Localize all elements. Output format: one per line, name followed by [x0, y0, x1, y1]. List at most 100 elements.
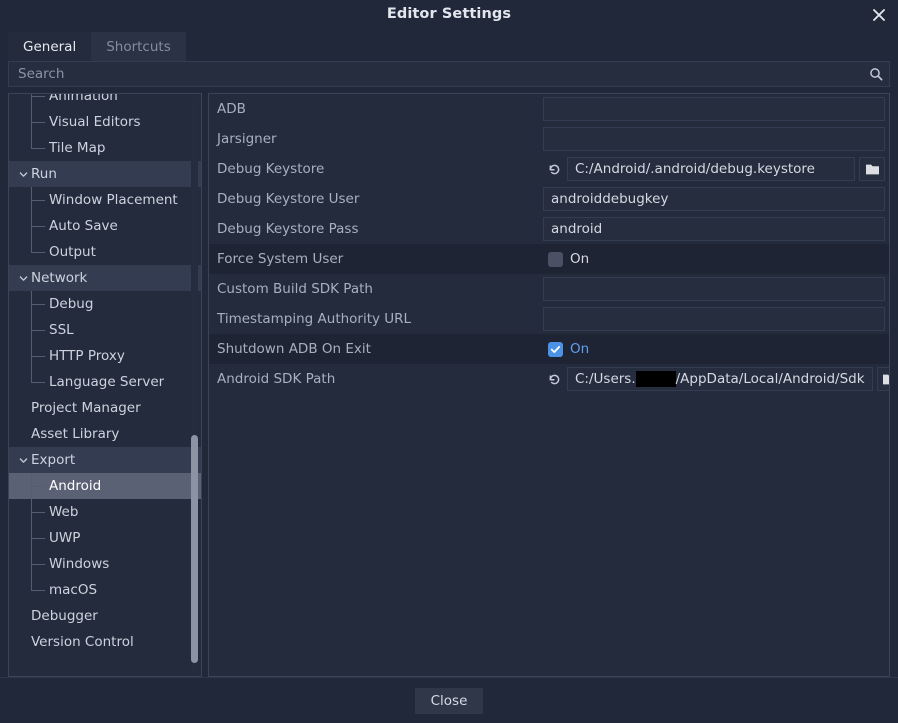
- property-row: ADB: [209, 94, 889, 124]
- sidebar-scrollbar-track[interactable]: [191, 96, 198, 674]
- sidebar-item-label: macOS: [49, 582, 98, 598]
- settings-body: Animation Visual Editors Tile Map Run Window…: [0, 87, 898, 677]
- sidebar-item-label: Web: [49, 504, 79, 520]
- sidebar-item-network[interactable]: Network: [9, 265, 201, 291]
- sidebar-item-output[interactable]: Output: [9, 239, 201, 265]
- tree-connector-vertical: [31, 135, 32, 148]
- chevron-down-icon[interactable]: [17, 168, 29, 180]
- path-prefix: C:/Users.: [575, 371, 636, 387]
- sidebar-item-version-control[interactable]: Version Control: [9, 629, 201, 655]
- property-label: Android SDK Path: [217, 371, 336, 387]
- tree-connector-horizontal: [31, 148, 45, 149]
- text-input[interactable]: [543, 277, 885, 301]
- sidebar-item-label: Animation: [49, 93, 118, 104]
- checkbox-label[interactable]: On: [570, 251, 589, 267]
- checkbox-label[interactable]: On: [570, 341, 589, 357]
- tab-general[interactable]: General: [8, 32, 92, 61]
- sidebar-item-android[interactable]: Android: [9, 473, 201, 499]
- property-label: Custom Build SDK Path: [217, 281, 373, 297]
- property-value: android: [543, 214, 889, 244]
- checkbox-group: On: [543, 341, 589, 357]
- tree-connector-vertical: [31, 577, 32, 590]
- sidebar-item-label: Asset Library: [31, 426, 120, 442]
- tree-nodes: Animation Visual Editors Tile Map Run Window…: [9, 93, 201, 655]
- tree-connector-horizontal: [31, 512, 45, 513]
- search-icon[interactable]: [863, 62, 889, 86]
- sidebar-item-web[interactable]: Web: [9, 499, 201, 525]
- sidebar-item-uwp[interactable]: UWP: [9, 525, 201, 551]
- close-button[interactable]: Close: [414, 687, 484, 714]
- sidebar-item-window-placement[interactable]: Window Placement: [9, 187, 201, 213]
- property-label: Timestamping Authority URL: [217, 311, 412, 327]
- tree-connector-horizontal: [31, 122, 45, 123]
- sidebar-item-debug[interactable]: Debug: [9, 291, 201, 317]
- tree-connector-horizontal: [31, 96, 45, 97]
- sidebar-item-project-manager[interactable]: Project Manager: [9, 395, 201, 421]
- text-input[interactable]: [543, 127, 885, 151]
- tree-connector-horizontal: [31, 330, 45, 331]
- checkbox-unchecked[interactable]: [548, 251, 563, 267]
- text-input[interactable]: C:/Android/.android/debug.keystore: [567, 157, 855, 181]
- revert-icon[interactable]: [543, 368, 565, 390]
- text-input[interactable]: android: [543, 217, 885, 241]
- tree-connector-horizontal: [31, 304, 45, 305]
- sidebar-scrollbar-thumb[interactable]: [191, 435, 198, 663]
- sidebar-item-ssl[interactable]: SSL: [9, 317, 201, 343]
- tree-connector-vertical: [31, 239, 32, 252]
- property-label: Debug Keystore User: [217, 191, 360, 207]
- sidebar-item-auto-save[interactable]: Auto Save: [9, 213, 201, 239]
- property-value: androiddebugkey: [543, 184, 889, 214]
- close-icon[interactable]: [866, 2, 892, 28]
- sidebar-item-language-server[interactable]: Language Server: [9, 369, 201, 395]
- sidebar-item-windows[interactable]: Windows: [9, 551, 201, 577]
- folder-icon[interactable]: [859, 157, 885, 181]
- sidebar-item-label: SSL: [49, 322, 74, 338]
- text-input[interactable]: C:/Users. /AppData/Local/Android/Sdk: [567, 367, 873, 391]
- sidebar-item-visual-editors[interactable]: Visual Editors: [9, 109, 201, 135]
- editor-settings-window: Editor Settings GeneralShortcuts Animati…: [0, 0, 898, 723]
- folder-icon[interactable]: [876, 367, 889, 391]
- sidebar-item-macos[interactable]: macOS: [9, 577, 201, 603]
- sidebar-item-label: Visual Editors: [49, 114, 141, 130]
- text-input[interactable]: androiddebugkey: [543, 187, 885, 211]
- title-bar: Editor Settings: [0, 0, 898, 30]
- property-row: Debug Keystore Pass android: [209, 214, 889, 244]
- sidebar-item-http-proxy[interactable]: HTTP Proxy: [9, 343, 201, 369]
- tree-connector-horizontal: [31, 486, 45, 487]
- sidebar-item-run[interactable]: Run: [9, 161, 201, 187]
- sidebar-item-export[interactable]: Export: [9, 447, 201, 473]
- tree-connector-vertical: [31, 369, 32, 382]
- sidebar-item-label: Window Placement: [49, 192, 178, 208]
- sidebar-item-label: Debugger: [31, 608, 98, 624]
- tree-connector-horizontal: [31, 538, 45, 539]
- property-row: Android SDK Path C:/Users. /AppData/Local/…: [209, 364, 889, 394]
- tree-connector-horizontal: [31, 564, 45, 565]
- sidebar-item-label: Version Control: [31, 634, 134, 650]
- settings-category-tree: Animation Visual Editors Tile Map Run Window…: [8, 93, 202, 677]
- property-label: ADB: [217, 101, 246, 117]
- tab-shortcuts[interactable]: Shortcuts: [91, 32, 186, 61]
- text-input[interactable]: [543, 97, 885, 121]
- property-label: Shutdown ADB On Exit: [217, 341, 371, 357]
- property-label: Force System User: [217, 251, 344, 267]
- sidebar-item-label: UWP: [49, 530, 81, 546]
- chevron-down-icon[interactable]: [17, 272, 29, 284]
- checkbox-checked[interactable]: [548, 341, 563, 357]
- redacted-block: [635, 371, 676, 387]
- property-row: Force System User On: [209, 244, 889, 274]
- search-bar: [0, 61, 898, 87]
- checkbox-group: On: [543, 251, 589, 267]
- revert-icon[interactable]: [543, 158, 565, 180]
- chevron-down-icon[interactable]: [17, 454, 29, 466]
- sidebar-item-tile-map[interactable]: Tile Map: [9, 135, 201, 161]
- sidebar-item-asset-library[interactable]: Asset Library: [9, 421, 201, 447]
- sidebar-item-label: Project Manager: [31, 400, 141, 416]
- sidebar-item-debugger[interactable]: Debugger: [9, 603, 201, 629]
- tab-bar: General Shortcuts: [0, 32, 898, 61]
- tree-connector-horizontal: [31, 252, 45, 253]
- property-row: Timestamping Authority URL: [209, 304, 889, 334]
- sidebar-item-animation[interactable]: Animation: [9, 93, 201, 109]
- search-input[interactable]: [9, 62, 863, 86]
- text-input[interactable]: [543, 307, 885, 331]
- window-title: Editor Settings: [386, 6, 512, 22]
